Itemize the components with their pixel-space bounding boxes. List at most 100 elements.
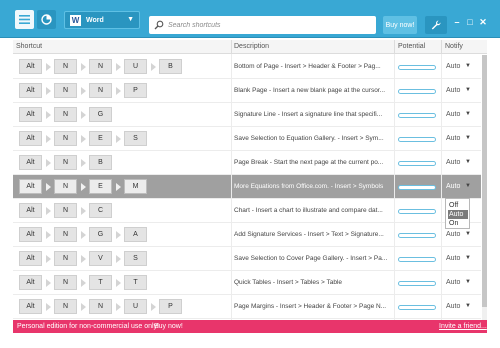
shortcut-key: N (54, 131, 77, 146)
notify-value[interactable]: Auto (446, 87, 460, 94)
shortcut-key: Alt (19, 155, 42, 170)
chevron-right-icon (81, 255, 86, 263)
license-notice: Personal edition for non-commercial use … (17, 323, 160, 330)
chevron-right-icon (81, 207, 86, 215)
column-notify[interactable]: Notify (445, 43, 463, 50)
chevron-right-icon (46, 135, 51, 143)
notify-value[interactable]: Auto (446, 135, 460, 142)
table-row[interactable]: Alt N G A Add Signature Services - Insert > … (13, 223, 481, 247)
minimize-icon[interactable]: – (452, 17, 462, 27)
potential-bar (398, 233, 436, 238)
table-row[interactable]: Alt N C Chart - Insert a chart to illustrat… (13, 199, 481, 223)
word-icon: W (70, 14, 81, 26)
shortcut-key: N (54, 107, 77, 122)
chevron-down-icon: ▼ (127, 16, 134, 23)
shortcut-key: N (89, 83, 112, 98)
table-row[interactable]: Alt N N U P Page Margins - Insert > Header & … (13, 295, 481, 319)
chevron-right-icon (116, 63, 121, 71)
chevron-down-icon[interactable]: ▼ (465, 159, 471, 165)
shortcut-key: N (54, 155, 77, 170)
notify-value[interactable]: Auto (446, 231, 460, 238)
close-icon[interactable]: ✕ (478, 17, 488, 27)
shortcut-description: Page Margins - Insert > Header & Footer … (234, 303, 387, 310)
shortcut-key: U (124, 59, 147, 74)
chevron-right-icon (81, 87, 86, 95)
table-row[interactable]: Alt N E M More Equations from Office.com. - … (13, 175, 481, 199)
notify-option-auto[interactable]: Auto (448, 210, 468, 219)
table-row[interactable]: Alt N V S Save Selection to Cover Page Galle… (13, 247, 481, 271)
column-divider[interactable] (231, 40, 232, 53)
column-shortcut[interactable]: Shortcut (16, 43, 42, 50)
shortcut-description: Add Signature Services - Insert > Text >… (234, 231, 384, 238)
scrollbar[interactable] (482, 55, 487, 320)
chevron-down-icon[interactable]: ▼ (465, 183, 471, 189)
column-divider[interactable] (441, 40, 442, 53)
potential-bar (398, 185, 436, 190)
chevron-down-icon[interactable]: ▼ (465, 255, 471, 261)
potential-bar (398, 89, 436, 94)
column-divider[interactable] (394, 40, 395, 53)
chevron-right-icon (81, 231, 86, 239)
potential-bar (398, 281, 436, 286)
chevron-right-icon (81, 63, 86, 71)
shortcut-key: Alt (19, 251, 42, 266)
shortcut-description: Chart - Insert a chart to illustrate and… (234, 207, 383, 214)
table-row[interactable]: Alt N G Signature Line - Insert a signature… (13, 103, 481, 127)
notify-value[interactable]: Auto (446, 255, 460, 262)
footer-buy-link[interactable]: Buy now! (154, 323, 183, 330)
column-divider (394, 54, 395, 320)
table-row[interactable]: Alt N E S Save Selection to Equation Gallery… (13, 127, 481, 151)
chevron-right-icon (116, 231, 121, 239)
notify-option-on[interactable]: On (448, 219, 468, 228)
table-row[interactable]: Alt N N P Blank Page - Insert a new blank pa… (13, 79, 481, 103)
notify-value[interactable]: Auto (446, 303, 460, 310)
search-input[interactable] (168, 21, 368, 29)
shortcut-description: Save Selection to Cover Page Gallery. - … (234, 255, 388, 262)
chevron-down-icon[interactable]: ▼ (465, 303, 471, 309)
notify-value[interactable]: Auto (446, 159, 460, 166)
potential-bar (398, 65, 436, 70)
notify-value[interactable]: Auto (446, 63, 460, 70)
chevron-down-icon[interactable]: ▼ (465, 87, 471, 93)
chevron-right-icon (46, 183, 51, 191)
chevron-down-icon[interactable]: ▼ (465, 279, 471, 285)
shortcut-key: P (159, 299, 182, 314)
shortcut-key: N (89, 299, 112, 314)
shortcut-key: P (124, 83, 147, 98)
column-description[interactable]: Description (234, 43, 269, 50)
shortcut-key: Alt (19, 179, 42, 194)
shortcut-key: Alt (19, 59, 42, 74)
notify-value[interactable]: Auto (446, 183, 460, 190)
shortcut-key: Alt (19, 203, 42, 218)
buy-now-button[interactable]: Buy now! (383, 16, 417, 34)
invite-friend-link[interactable]: Invite a friend... (439, 323, 487, 330)
shortcut-key: M (124, 179, 147, 194)
menu-icon[interactable] (15, 10, 34, 29)
scrollbar-thumb[interactable] (482, 55, 487, 307)
shortcut-key: Alt (19, 299, 42, 314)
chevron-down-icon[interactable]: ▼ (465, 111, 471, 117)
settings-wrench-icon[interactable] (425, 16, 447, 34)
application-selector[interactable]: W Word ▼ (64, 11, 140, 29)
table-row[interactable]: Alt N B Page Break - Start the next page at… (13, 151, 481, 175)
notify-value[interactable]: Auto (446, 111, 460, 118)
notify-dropdown[interactable]: Off Auto On (445, 198, 470, 229)
column-potential[interactable]: Potential (398, 43, 425, 50)
statistics-pie-icon[interactable] (37, 10, 56, 29)
chevron-down-icon[interactable]: ▼ (465, 63, 471, 69)
chevron-down-icon[interactable]: ▼ (465, 231, 471, 237)
chevron-right-icon (116, 87, 121, 95)
chevron-down-icon[interactable]: ▼ (465, 135, 471, 141)
notify-value[interactable]: Auto (446, 279, 460, 286)
shortcut-key: Alt (19, 83, 42, 98)
column-divider (441, 54, 442, 320)
notify-option-off[interactable]: Off (448, 201, 468, 210)
application-name: Word (86, 16, 104, 24)
table-row[interactable]: Alt N N U B Bottom of Page - Insert > Header … (13, 55, 481, 79)
chevron-right-icon (116, 255, 121, 263)
table-row[interactable]: Alt N T T Quick Tables - Insert > Tables > T… (13, 271, 481, 295)
chevron-right-icon (116, 183, 121, 191)
potential-bar (398, 305, 436, 310)
maximize-icon[interactable]: □ (465, 17, 475, 27)
search-box[interactable] (149, 16, 376, 34)
